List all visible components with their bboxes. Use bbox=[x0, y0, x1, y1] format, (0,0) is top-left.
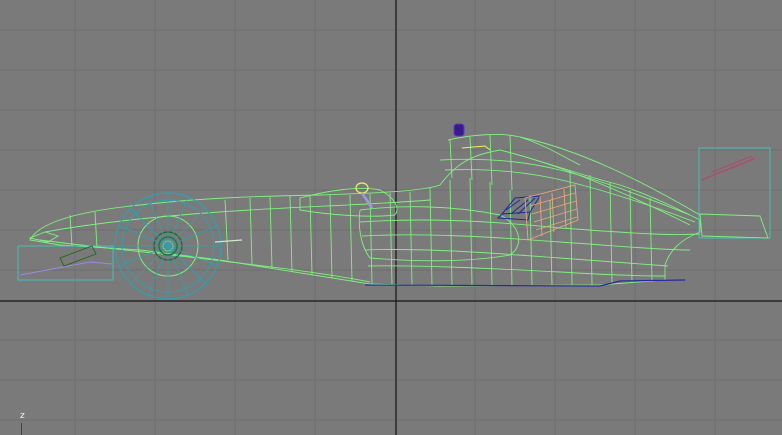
airbox bbox=[449, 134, 513, 191]
helmet-marker[interactable] bbox=[453, 123, 465, 137]
floor-line bbox=[364, 279, 686, 287]
car-wireframe[interactable] bbox=[29, 133, 701, 287]
chassis-outline bbox=[29, 149, 701, 287]
front-wing-plane bbox=[19, 261, 113, 276]
viewport-scene[interactable] bbox=[0, 0, 782, 435]
front-wing-endplate bbox=[59, 245, 97, 267]
rear-wing[interactable] bbox=[698, 147, 771, 239]
rear-wing-bounds bbox=[698, 147, 771, 239]
suspension-node[interactable] bbox=[496, 195, 541, 221]
axis-gizmo-label: z bbox=[20, 411, 25, 421]
front-wheel-spokes bbox=[115, 193, 221, 299]
front-wing[interactable] bbox=[17, 231, 114, 281]
sidepod bbox=[358, 206, 520, 262]
rear-wing-element-2 bbox=[711, 155, 753, 173]
rear-wing-element bbox=[701, 157, 756, 181]
perspective-viewport[interactable]: z bbox=[0, 0, 782, 435]
visor-detail bbox=[461, 145, 491, 151]
viewport-grid bbox=[0, 0, 782, 435]
rear-wing-endplate bbox=[699, 213, 769, 239]
front-wheel[interactable] bbox=[114, 192, 243, 300]
front-suspension-arm bbox=[214, 239, 243, 243]
axis-gizmo-z-line bbox=[21, 423, 22, 435]
